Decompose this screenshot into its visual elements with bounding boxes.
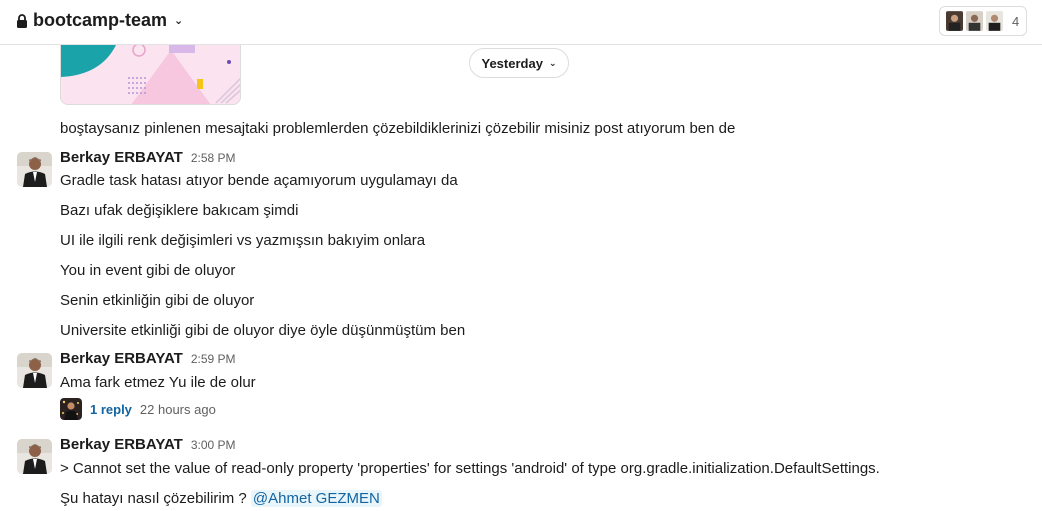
thread-summary[interactable]: 1 reply 22 hours ago: [60, 398, 216, 420]
message-text: Universite etkinliği gibi de oluyor diye…: [60, 322, 466, 339]
member-avatar: [945, 10, 964, 32]
message-text: boştaysanız pinlenen mesajtaki problemle…: [60, 120, 736, 137]
message-header: Berkay ERBAYAT 2:58 PM: [60, 149, 236, 166]
author-name[interactable]: Berkay ERBAYAT: [60, 350, 183, 367]
lock-icon: [17, 13, 27, 28]
member-count: 4: [1012, 13, 1020, 29]
member-avatar: [985, 10, 1004, 32]
message-timestamp[interactable]: 2:58 PM: [191, 151, 236, 165]
message-text: Gradle task hatası atıyor bende açamıyor…: [60, 172, 458, 189]
image-attachment[interactable]: [60, 45, 241, 105]
message-text: > Cannot set the value of read-only prop…: [60, 460, 880, 477]
avatar[interactable]: [17, 439, 52, 474]
author-name[interactable]: Berkay ERBAYAT: [60, 149, 183, 166]
message-text-segment: Şu hatayı nasıl çözebilirim ?: [60, 490, 251, 507]
chevron-down-icon: ⌄: [548, 57, 557, 68]
channel-header: bootcamp-team ⌄ 4: [0, 0, 1042, 45]
message-text: Bazı ufak değişiklere bakıcam şimdi: [60, 202, 299, 219]
date-divider-button[interactable]: Yesterday ⌄: [469, 48, 569, 78]
avatar[interactable]: [17, 353, 52, 388]
message-timestamp[interactable]: 2:59 PM: [191, 352, 236, 366]
member-avatar: [965, 10, 984, 32]
user-mention[interactable]: @Ahmet GEZMEN: [250, 490, 382, 507]
members-button[interactable]: 4: [939, 6, 1027, 36]
message-text: Şu hatayı nasıl çözebilirim ? @Ahmet GEZ…: [60, 489, 382, 509]
thread-participant-avatar: [60, 398, 82, 420]
chevron-down-icon: ⌄: [174, 15, 184, 27]
message-text: You in event gibi de oluyor: [60, 262, 236, 279]
thread-reply-count[interactable]: 1 reply: [90, 402, 132, 417]
message-text: Ama fark etmez Yu ile de olur: [60, 374, 256, 391]
channel-name-button[interactable]: bootcamp-team ⌄: [16, 10, 183, 31]
author-name[interactable]: Berkay ERBAYAT: [60, 436, 183, 453]
thread-last-reply-time: 22 hours ago: [139, 401, 216, 417]
message-text: Senin etkinliğin gibi de oluyor: [60, 292, 255, 309]
message-header: Berkay ERBAYAT 3:00 PM: [60, 436, 236, 453]
attachment-image: [61, 45, 240, 104]
message-text: UI ile ilgili renk değişimleri vs yazmış…: [60, 232, 426, 249]
avatar[interactable]: [17, 152, 52, 187]
message-header: Berkay ERBAYAT 2:59 PM: [60, 350, 236, 367]
channel-name: bootcamp-team: [33, 10, 168, 30]
message-timestamp[interactable]: 3:00 PM: [191, 438, 236, 452]
date-label: Yesterday: [481, 55, 543, 71]
